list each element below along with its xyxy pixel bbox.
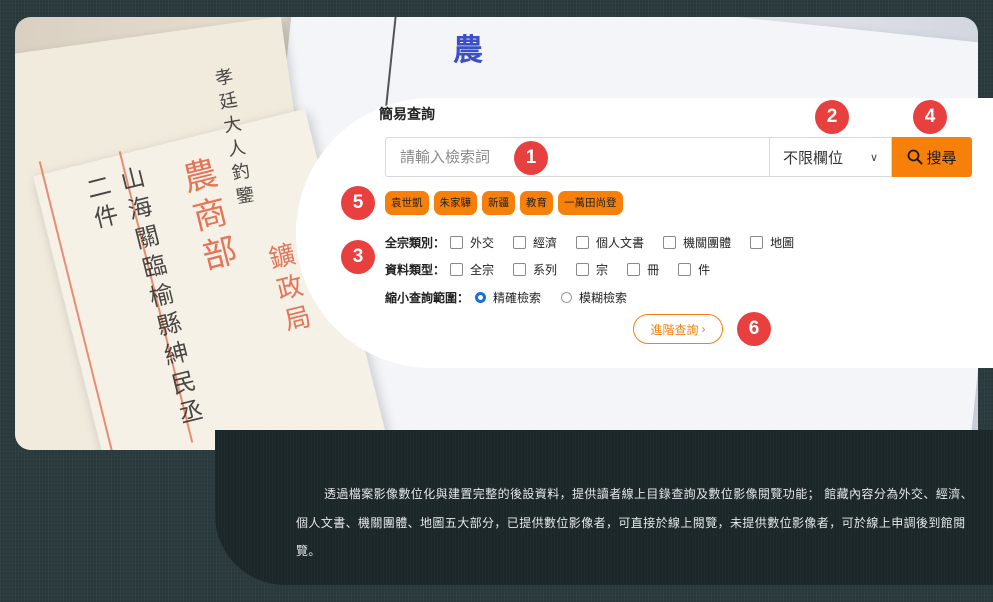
blue-seal: 農 xyxy=(453,33,483,68)
category-option[interactable]: 個人文書 xyxy=(573,234,644,251)
callout-badge-6: 6 xyxy=(737,312,771,346)
chevron-right-icon: › xyxy=(701,322,706,336)
search-button-label: 搜尋 xyxy=(926,148,957,167)
callout-badge-1: 1 xyxy=(514,141,548,175)
quick-tag[interactable]: 朱家驊 xyxy=(433,191,477,215)
quick-tags: 袁世凱 朱家驊 新疆 教育 一萬田尚登 xyxy=(385,191,623,215)
search-button[interactable]: 搜尋 xyxy=(892,137,972,177)
scope-option-exact[interactable]: 精確檢索 xyxy=(471,289,541,306)
option-label: 宗 xyxy=(596,263,609,277)
option-label: 機關團體 xyxy=(683,236,732,250)
field-select[interactable]: 不限欄位 ∨ xyxy=(769,137,892,177)
scope-filter-row: 縮小查詢範圍： 精確檢索 模糊檢索 xyxy=(385,289,643,306)
option-label: 個人文書 xyxy=(596,236,645,250)
search-input[interactable] xyxy=(385,137,769,177)
checkbox[interactable] xyxy=(576,263,590,276)
chevron-down-icon: ∨ xyxy=(869,150,878,164)
type-option[interactable]: 件 xyxy=(675,261,710,278)
checkbox[interactable] xyxy=(450,236,464,249)
checkbox[interactable] xyxy=(513,263,527,276)
quick-tag[interactable]: 新疆 xyxy=(482,191,515,215)
option-label: 冊 xyxy=(647,263,660,277)
option-label: 外交 xyxy=(470,236,495,250)
callout-badge-5: 5 xyxy=(341,186,375,220)
callout-badge-2: 2 xyxy=(815,100,849,134)
type-option[interactable]: 系列 xyxy=(510,261,557,278)
option-label: 模糊檢索 xyxy=(579,291,628,305)
quick-tag[interactable]: 一萬田尚登 xyxy=(558,191,623,215)
type-label: 資料類型： xyxy=(385,263,446,277)
checkbox[interactable] xyxy=(450,263,464,276)
intro-text: 透過檔案影像數位化與建置完整的後設資料，提供讀者線上目錄查詢及數位影像閱覽功能；… xyxy=(296,487,974,558)
option-label: 地圖 xyxy=(770,236,795,250)
checkbox[interactable] xyxy=(678,263,692,276)
radio-button[interactable] xyxy=(561,292,573,303)
option-label: 精確檢索 xyxy=(493,291,542,305)
checkbox[interactable] xyxy=(750,236,764,249)
advanced-search-button[interactable]: 進階查詢 › xyxy=(633,314,723,344)
search-icon xyxy=(908,149,923,165)
category-option[interactable]: 地圖 xyxy=(747,234,794,251)
type-filter-row: 資料類型： 全宗 系列 宗 冊 件 xyxy=(385,261,726,278)
checkbox[interactable] xyxy=(663,236,677,249)
scope-option-fuzzy[interactable]: 模糊檢索 xyxy=(557,289,627,306)
option-label: 系列 xyxy=(533,263,558,277)
search-title: 簡易查詢 xyxy=(379,107,435,123)
quick-tag[interactable]: 教育 xyxy=(520,191,553,215)
category-option[interactable]: 經濟 xyxy=(510,234,557,251)
option-label: 件 xyxy=(698,263,711,277)
category-label: 全宗類別： xyxy=(385,236,446,250)
type-option[interactable]: 宗 xyxy=(573,261,608,278)
type-option[interactable]: 全宗 xyxy=(447,261,494,278)
checkbox[interactable] xyxy=(576,236,590,249)
field-select-value: 不限欄位 xyxy=(783,148,844,167)
scope-label: 縮小查詢範圍： xyxy=(385,291,470,305)
category-filter-row: 全宗類別： 外交 經濟 個人文書 機關團體 地圖 xyxy=(385,234,810,251)
category-option[interactable]: 外交 xyxy=(447,234,494,251)
callout-badge-3: 3 xyxy=(341,240,375,274)
advanced-search-label: 進階查詢 xyxy=(650,322,699,337)
callout-badge-4: 4 xyxy=(913,100,947,134)
type-option[interactable]: 冊 xyxy=(624,261,659,278)
radio-button-selected[interactable] xyxy=(475,292,487,303)
category-option[interactable]: 機關團體 xyxy=(660,234,731,251)
option-label: 全宗 xyxy=(470,263,495,277)
checkbox[interactable] xyxy=(627,263,641,276)
quick-tag[interactable]: 袁世凱 xyxy=(385,191,429,215)
checkbox[interactable] xyxy=(513,236,527,249)
option-label: 經濟 xyxy=(533,236,558,250)
